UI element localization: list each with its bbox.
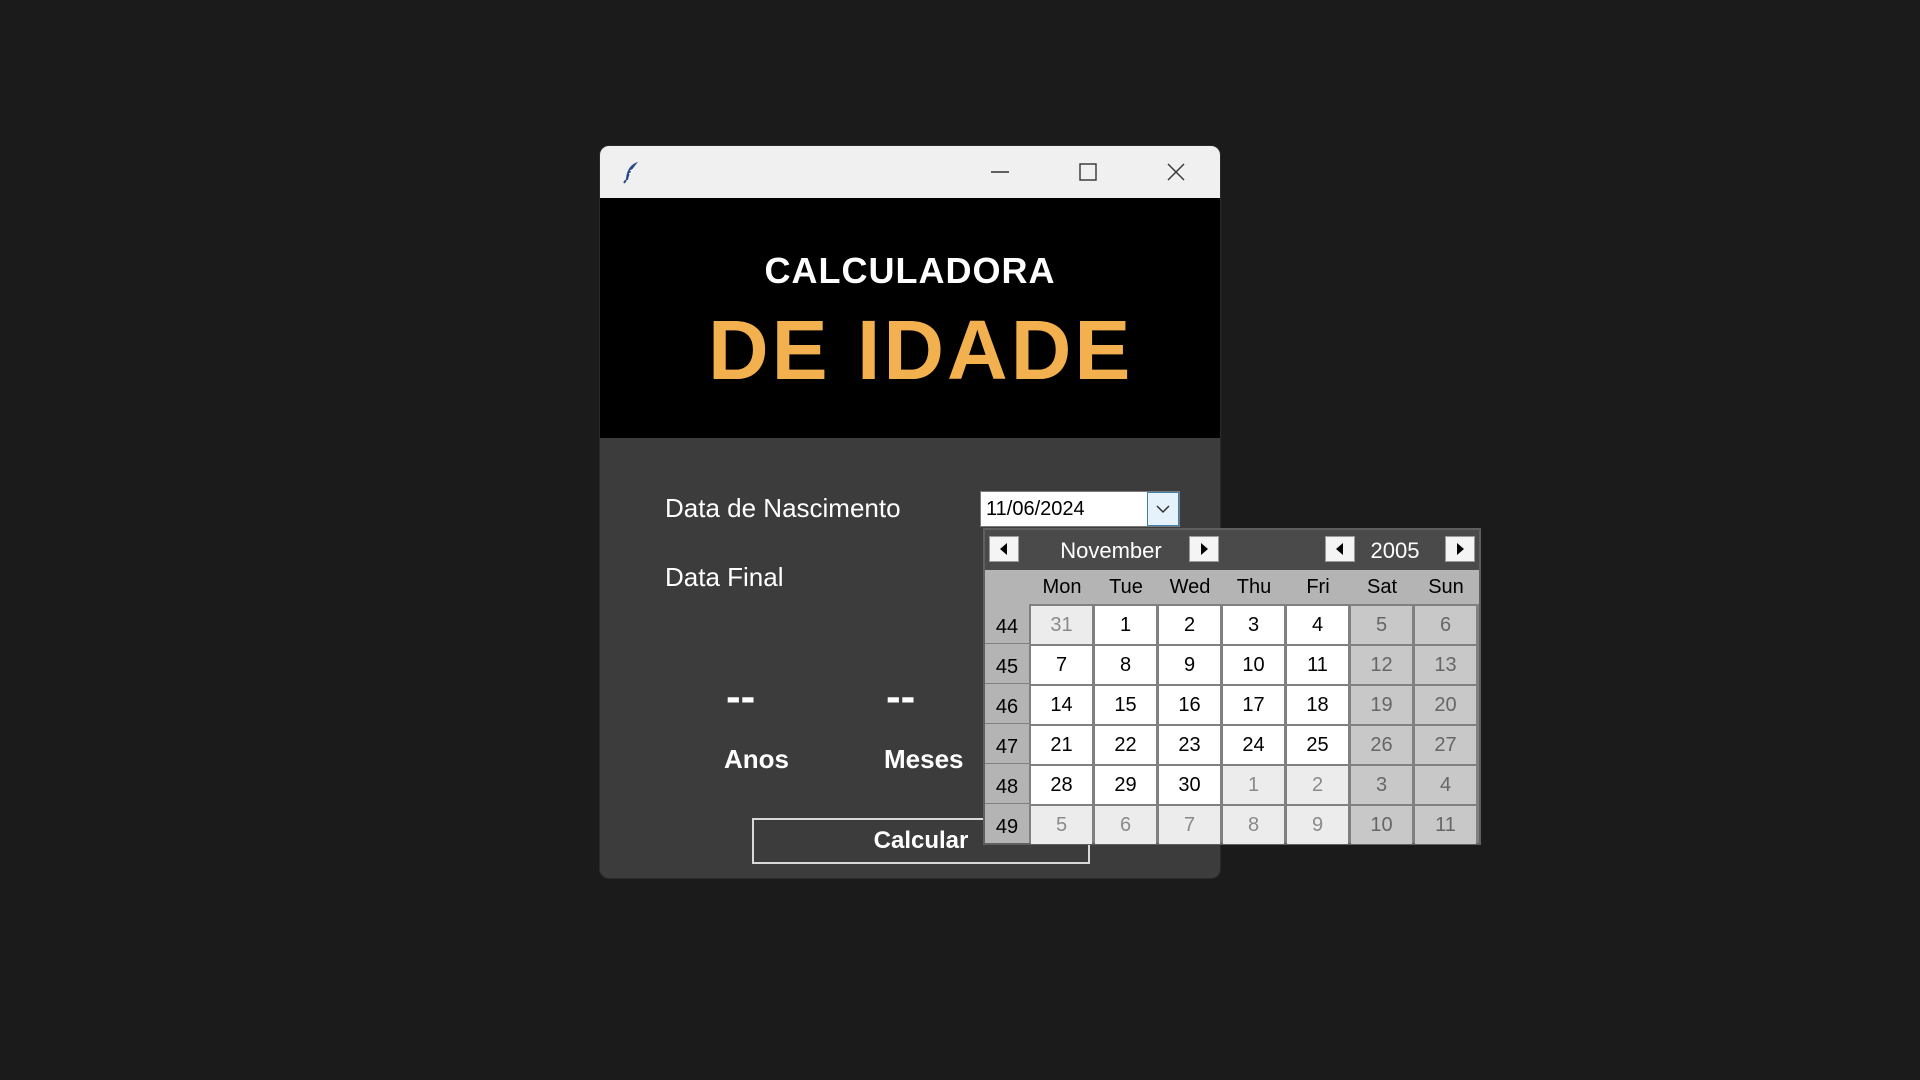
prev-month-button[interactable] xyxy=(989,536,1019,562)
calendar-day[interactable]: 5 xyxy=(1031,806,1092,844)
calendar-day[interactable]: 2 xyxy=(1287,766,1348,804)
prev-year-button[interactable] xyxy=(1325,536,1355,562)
calendar-day[interactable]: 8 xyxy=(1095,646,1156,684)
calendar-day[interactable]: 11 xyxy=(1287,646,1348,684)
calendar-day[interactable]: 1 xyxy=(1223,766,1284,804)
chevron-down-icon xyxy=(1156,505,1170,514)
calendar-day[interactable]: 29 xyxy=(1095,766,1156,804)
calendar-day[interactable]: 4 xyxy=(1287,606,1348,644)
date-dropdown-button[interactable] xyxy=(1147,492,1179,526)
next-year-button[interactable] xyxy=(1445,536,1475,562)
close-button[interactable] xyxy=(1132,146,1220,198)
calendar-day[interactable]: 12 xyxy=(1351,646,1412,684)
months-label: Meses xyxy=(884,744,964,774)
right-arrow-icon xyxy=(1457,543,1464,555)
months-value: -- xyxy=(886,672,916,721)
calendar-header: November 2005 xyxy=(985,530,1479,570)
calendar-day[interactable]: 15 xyxy=(1095,686,1156,724)
calendar-day[interactable]: 7 xyxy=(1031,646,1092,684)
calendar-day[interactable]: 2 xyxy=(1159,606,1220,644)
end-date-label: Data Final xyxy=(665,562,784,592)
weekday-label: Tue xyxy=(1109,576,1143,598)
minimize-icon xyxy=(991,171,1009,173)
calendar-day[interactable]: 3 xyxy=(1223,606,1284,644)
calendar-day[interactable]: 17 xyxy=(1223,686,1284,724)
week-number: 48 xyxy=(985,764,1029,803)
calendar-day[interactable]: 19 xyxy=(1351,686,1412,724)
minimize-button[interactable] xyxy=(956,146,1044,198)
close-icon xyxy=(1167,163,1185,181)
weekday-header-row: Mon Tue Wed Thu Fri Sat Sun xyxy=(985,570,1479,604)
calendar-day[interactable]: 20 xyxy=(1415,686,1476,724)
years-value: -- xyxy=(726,672,756,721)
calendar-day[interactable]: 26 xyxy=(1351,726,1412,764)
calendar-day[interactable]: 23 xyxy=(1159,726,1220,764)
weekday-label: Mon xyxy=(1042,576,1082,598)
calendar-day[interactable]: 25 xyxy=(1287,726,1348,764)
calendar-day[interactable]: 4 xyxy=(1415,766,1476,804)
week-number: 44 xyxy=(985,604,1029,643)
weekday-label: Wed xyxy=(1169,576,1211,598)
calendar-day[interactable]: 16 xyxy=(1159,686,1220,724)
maximize-button[interactable] xyxy=(1044,146,1132,198)
calendar-day[interactable]: 9 xyxy=(1287,806,1348,844)
weekday-label: Fri xyxy=(1306,576,1330,598)
feather-icon xyxy=(623,162,638,184)
left-arrow-icon xyxy=(1336,543,1343,555)
calendar-day[interactable]: 14 xyxy=(1031,686,1092,724)
calendar-day[interactable]: 30 xyxy=(1159,766,1220,804)
calendar-day[interactable]: 8 xyxy=(1223,806,1284,844)
calendar-day[interactable]: 22 xyxy=(1095,726,1156,764)
calendar-day[interactable]: 24 xyxy=(1223,726,1284,764)
header-banner: CALCULADORA DE IDADE xyxy=(600,198,1220,438)
week-number: 46 xyxy=(985,684,1029,723)
title-bar[interactable] xyxy=(600,146,1220,198)
right-arrow-icon xyxy=(1201,543,1208,555)
maximize-icon xyxy=(1079,163,1097,181)
calendar-day[interactable]: 27 xyxy=(1415,726,1476,764)
week-number: 45 xyxy=(985,644,1029,683)
calendar-day[interactable]: 7 xyxy=(1159,806,1220,844)
calendar-day[interactable]: 1 xyxy=(1095,606,1156,644)
left-arrow-icon xyxy=(1000,543,1007,555)
next-month-button[interactable] xyxy=(1189,536,1219,562)
calendar-day[interactable]: 21 xyxy=(1031,726,1092,764)
calendar-year: 2005 xyxy=(1370,538,1420,563)
calendar-day[interactable]: 3 xyxy=(1351,766,1412,804)
calendar-day[interactable]: 10 xyxy=(1223,646,1284,684)
app-title-small: CALCULADORA xyxy=(764,250,1056,291)
calendar-day[interactable]: 18 xyxy=(1287,686,1348,724)
week-number: 47 xyxy=(985,724,1029,763)
weekday-label: Sun xyxy=(1428,576,1464,598)
app-title-big: DE IDADE xyxy=(708,303,1134,397)
calendar-day[interactable]: 6 xyxy=(1095,806,1156,844)
calendar-day[interactable]: 9 xyxy=(1159,646,1220,684)
birth-date-value[interactable]: 11/06/2024 xyxy=(986,498,1085,521)
calendar-day[interactable]: 31 xyxy=(1031,606,1092,644)
calendar-day[interactable]: 5 xyxy=(1351,606,1412,644)
calendar-day[interactable]: 11 xyxy=(1415,806,1476,844)
birth-date-label: Data de Nascimento xyxy=(665,493,901,523)
weekday-label: Thu xyxy=(1236,576,1272,598)
calendar-day[interactable]: 13 xyxy=(1415,646,1476,684)
birth-date-input[interactable]: 11/06/2024 xyxy=(980,491,1180,527)
years-label: Anos xyxy=(724,744,789,774)
weekday-label: Sat xyxy=(1366,576,1398,598)
calendar-month: November xyxy=(1060,538,1162,563)
calendar-popup: November 2005 Mon Tue Wed Thu Fri Sat Sun 44 31… xyxy=(983,528,1481,845)
calendar-day[interactable]: 6 xyxy=(1415,606,1476,644)
calendar-day[interactable]: 28 xyxy=(1031,766,1092,804)
week-number: 49 xyxy=(985,804,1029,843)
calendar-day[interactable]: 10 xyxy=(1351,806,1412,844)
